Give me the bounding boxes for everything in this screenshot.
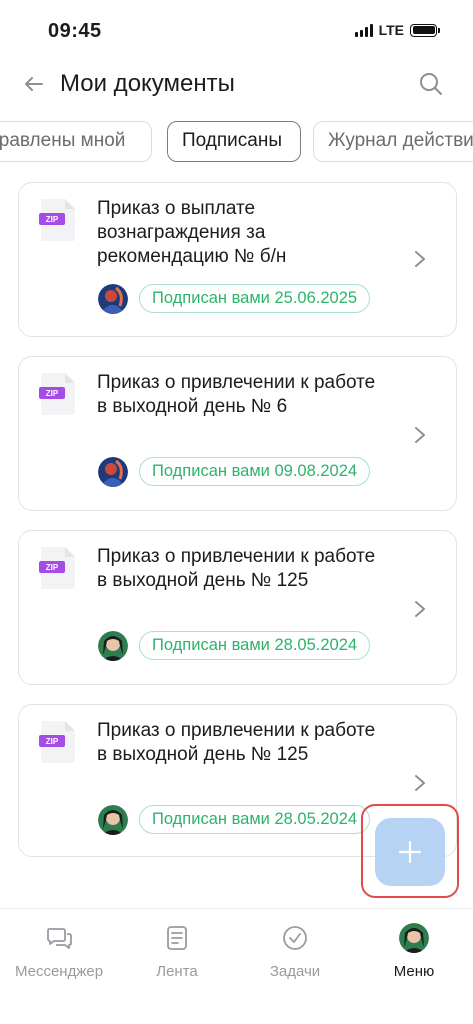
nav-tasks[interactable]: Задачи <box>236 923 354 980</box>
svg-text:ZIP: ZIP <box>46 737 59 746</box>
status-badge: Подписан вами 28.05.2024 <box>139 805 371 834</box>
chevron-right-icon <box>415 601 425 617</box>
status-badge: Подписан вами 28.05.2024 <box>139 631 371 660</box>
signer-avatar <box>98 805 128 835</box>
filter-tabs: Отправлены мной Подписаны Журнал действи… <box>0 121 473 163</box>
status-time: 09:45 <box>48 20 102 42</box>
chevron-right-icon <box>415 775 425 791</box>
profile-avatar <box>399 923 429 953</box>
search-button[interactable] <box>417 70 445 98</box>
feed-icon <box>167 926 187 950</box>
nav-feed[interactable]: Лента <box>118 923 236 980</box>
tab-sent-by-me[interactable]: Отправлены мной <box>0 121 152 162</box>
nav-label: Лента <box>156 963 198 980</box>
chevron-right-icon <box>415 427 425 443</box>
header: Мои документы <box>0 62 473 108</box>
battery-icon <box>410 23 440 37</box>
status-badge: Подписан вами 09.08.2024 <box>139 457 371 486</box>
document-title: Приказ о привлечении к работе в выходной… <box>97 720 376 765</box>
nav-label: Задачи <box>269 963 321 980</box>
network-type: LTE <box>378 22 404 38</box>
document-card[interactable]: ZIP Приказ о привлечении к работе в выхо… <box>18 356 457 511</box>
search-icon <box>420 73 442 95</box>
zip-file-icon: ZIP <box>39 547 75 589</box>
tasks-icon <box>283 926 307 950</box>
signer-avatar <box>98 457 128 487</box>
fab-highlight <box>361 804 459 898</box>
zip-file-icon: ZIP <box>39 199 75 241</box>
nav-label: Меню <box>393 963 435 980</box>
chat-icon <box>47 928 72 949</box>
chevron-right-icon <box>415 251 425 267</box>
plus-icon <box>398 840 422 864</box>
document-card[interactable]: ZIP Приказ о выплате вознаграждения за р… <box>18 182 457 337</box>
page-title: Мои документы <box>60 70 235 97</box>
nav-messenger[interactable]: Мессенджер <box>0 923 118 980</box>
nav-label: Мессенджер <box>14 963 104 980</box>
svg-text:ZIP: ZIP <box>46 563 59 572</box>
tab-signed[interactable]: Подписаны <box>167 121 301 162</box>
status-bar: 09:45 LTE <box>0 0 473 62</box>
signer-avatar <box>98 631 128 661</box>
svg-text:ZIP: ZIP <box>46 215 59 224</box>
status-indicators: LTE <box>354 22 440 38</box>
signer-avatar <box>98 284 128 314</box>
back-button[interactable] <box>20 70 48 98</box>
arrow-left-icon <box>25 77 43 91</box>
zip-file-icon: ZIP <box>39 721 75 763</box>
zip-file-icon: ZIP <box>39 373 75 415</box>
document-title: Приказ о привлечении к работе в выходной… <box>97 372 376 417</box>
document-card[interactable]: ZIP Приказ о привлечении к работе в выхо… <box>18 530 457 685</box>
document-title: Приказ о привлечении к работе в выходной… <box>97 546 376 591</box>
tab-action-log[interactable]: Журнал действий <box>313 121 473 162</box>
signal-icon <box>354 23 373 37</box>
nav-menu[interactable]: Меню <box>355 923 473 980</box>
add-document-button[interactable] <box>375 818 445 886</box>
status-badge: Подписан вами 25.06.2025 <box>139 284 371 313</box>
bottom-nav: Мессенджер Лента Задачи Меню <box>0 908 473 1024</box>
document-title: Приказ о выплате вознаграждения за реком… <box>97 198 287 267</box>
svg-text:ZIP: ZIP <box>46 389 59 398</box>
